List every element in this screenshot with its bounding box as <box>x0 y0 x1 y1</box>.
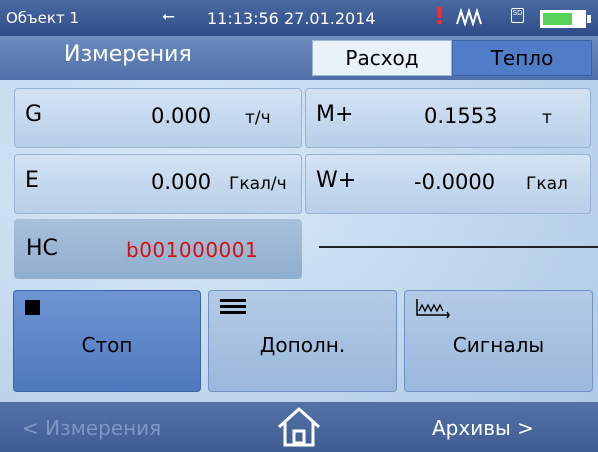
back-button[interactable]: < Измерения <box>22 416 161 440</box>
sd-card-icon: SD <box>511 8 524 23</box>
battery-fill <box>543 13 573 25</box>
measurement-label: E <box>25 168 39 193</box>
archives-button[interactable]: Архивы > <box>432 416 534 440</box>
hc-label: НС <box>26 236 58 261</box>
device-screen: Объект 1 ⭠ 11:13:56 27.01.2014 ! SD Изме… <box>0 0 598 452</box>
tab-teplo-label: Тепло <box>490 46 554 70</box>
more-button-label: Дополн. <box>259 333 346 357</box>
status-bar: Объект 1 ⭠ 11:13:56 27.01.2014 ! SD <box>0 0 598 36</box>
measurement-label: W+ <box>316 168 357 193</box>
measurement-unit: т <box>542 108 552 128</box>
page-title: Измерения <box>64 42 192 67</box>
tab-rashod[interactable]: Расход <box>312 40 452 76</box>
warning-icon: ! <box>434 2 445 30</box>
time: 11:13:56 <box>207 9 279 28</box>
usb-icon: ⭠ <box>162 6 175 25</box>
measurement-value: -0.0000 <box>414 170 496 194</box>
stop-button-label: Стоп <box>81 333 133 357</box>
measurement-e[interactable]: E 0.000 Гкал/ч <box>14 154 302 214</box>
measurement-label: M+ <box>316 102 354 127</box>
signal-icon <box>416 299 450 319</box>
hc-status: НС b001000001 <box>14 219 302 279</box>
measurement-g[interactable]: G 0.000 т/ч <box>14 88 302 148</box>
datetime: 11:13:56 27.01.2014 <box>207 9 376 28</box>
home-icon[interactable] <box>273 405 325 449</box>
battery-icon <box>540 10 591 28</box>
signal-wave-icon <box>456 8 482 26</box>
menu-icon <box>220 299 246 315</box>
object-name: Объект 1 <box>6 9 79 27</box>
battery-nub <box>587 15 591 23</box>
divider-line <box>319 246 598 248</box>
measurement-value: 0.000 <box>151 104 212 128</box>
hc-value: b001000001 <box>126 238 259 262</box>
bottom-nav: < Измерения Архивы > <box>0 402 598 452</box>
tab-rashod-label: Расход <box>345 46 419 70</box>
tab-teplo[interactable]: Тепло <box>452 40 592 76</box>
stop-icon <box>25 300 40 315</box>
date: 27.01.2014 <box>283 9 376 28</box>
measurement-w-plus[interactable]: W+ -0.0000 Гкал <box>305 154 591 214</box>
stop-button[interactable]: Стоп <box>13 290 201 392</box>
measurement-unit: т/ч <box>245 108 271 128</box>
more-button[interactable]: Дополн. <box>208 290 397 392</box>
signals-button[interactable]: Сигналы <box>404 290 593 392</box>
measurement-unit: Гкал <box>526 174 568 194</box>
measurement-unit: Гкал/ч <box>229 174 287 194</box>
measurement-value: 0.000 <box>151 170 212 194</box>
measurement-value: 0.1553 <box>424 104 498 128</box>
signals-button-label: Сигналы <box>452 333 545 357</box>
measurement-m-plus[interactable]: M+ 0.1553 т <box>305 88 591 148</box>
measurement-label: G <box>25 102 43 127</box>
